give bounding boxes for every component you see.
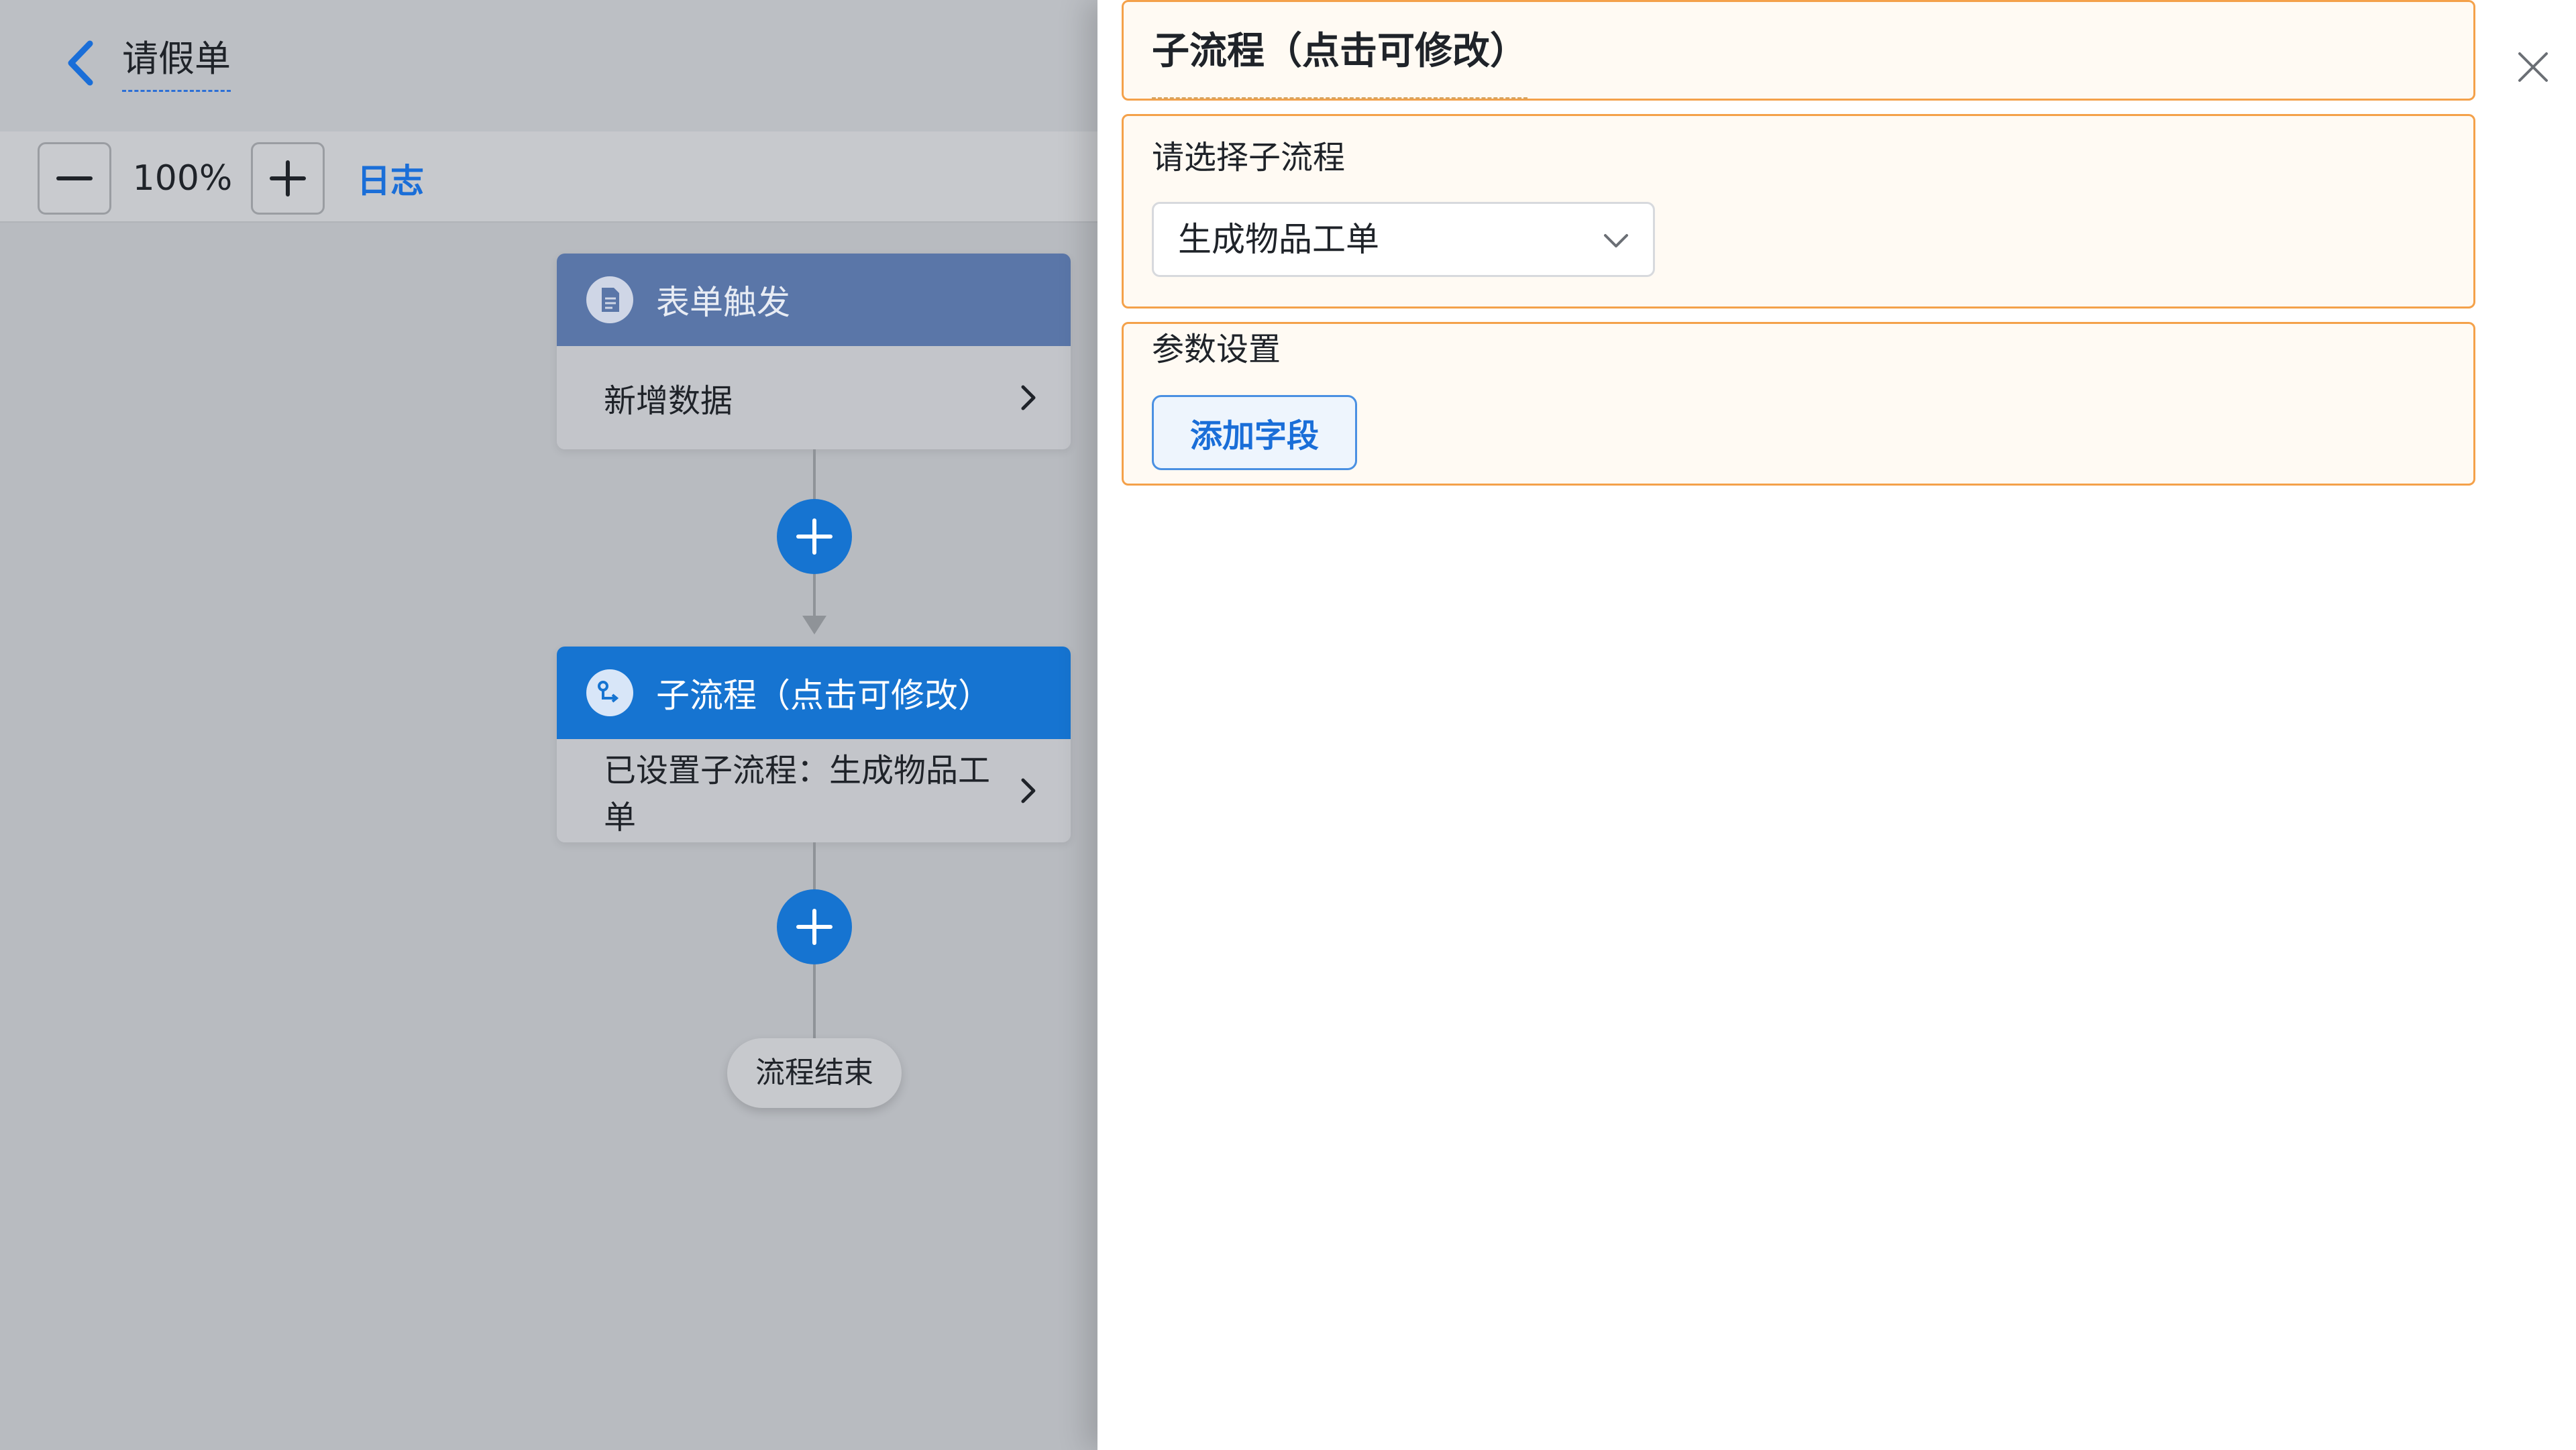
subprocess-node-title: 子流程（点击可修改） — [656, 676, 991, 715]
subflow-select-section: 请选择子流程 生成物品工单 — [1122, 114, 2475, 309]
trigger-node-title: 表单触发 — [656, 283, 790, 322]
subprocess-node-description: 已设置子流程：生成物品工单 — [604, 752, 991, 836]
subflow-select-value: 生成物品工单 — [1178, 220, 1379, 259]
log-link[interactable]: 日志 — [357, 148, 424, 215]
close-icon — [2518, 52, 2548, 82]
trigger-node-description: 新增数据 — [604, 382, 733, 420]
trigger-node-body: 新增数据 — [557, 346, 1071, 449]
flow-end-node: 流程结束 — [727, 1038, 902, 1108]
plus-icon — [270, 160, 306, 197]
back-button[interactable] — [54, 36, 107, 90]
close-button[interactable] — [2506, 40, 2560, 94]
trigger-node[interactable]: 表单触发 新增数据 — [557, 254, 1071, 449]
document-icon — [586, 276, 633, 323]
params-label: 参数设置 — [1152, 331, 1281, 368]
add-field-button[interactable]: 添加字段 — [1152, 395, 1357, 470]
subflow-select-label: 请选择子流程 — [1152, 139, 1346, 176]
flow-connector — [813, 964, 816, 1040]
subprocess-node[interactable]: 子流程（点击可修改） 已设置子流程：生成物品工单 — [557, 647, 1071, 842]
zoom-in-button[interactable] — [251, 142, 325, 215]
flow-canvas: 请假单 100% 日志 表单触发 新增数据 子流程（点击可修改） 已设置子流程：… — [0, 0, 1097, 1450]
flow-connector — [813, 842, 816, 896]
chevron-left-icon — [68, 40, 93, 86]
plus-icon — [796, 518, 833, 555]
subflow-select[interactable]: 生成物品工单 — [1152, 202, 1655, 277]
panel-title-section: 子流程（点击可修改） — [1122, 0, 2475, 101]
add-node-button[interactable] — [777, 889, 852, 964]
arrow-down-icon — [802, 616, 826, 634]
chevron-right-icon — [1021, 385, 1036, 410]
chevron-down-icon — [1599, 224, 1633, 258]
canvas-toolbar: 100% 日志 — [0, 131, 1097, 223]
trigger-node-header: 表单触发 — [557, 254, 1071, 346]
plus-icon — [796, 909, 833, 945]
panel-title[interactable]: 子流程（点击可修改） — [1152, 27, 1527, 76]
header-bar: 请假单 — [0, 0, 1097, 131]
subprocess-settings-panel: 子流程（点击可修改） 请选择子流程 生成物品工单 参数设置 添加字段 — [1097, 0, 2576, 1450]
minus-icon — [56, 176, 93, 180]
subprocess-node-header: 子流程（点击可修改） — [557, 647, 1071, 739]
subprocess-icon — [586, 669, 633, 716]
add-node-button[interactable] — [777, 499, 852, 574]
zoom-level: 100% — [132, 158, 233, 199]
params-section: 参数设置 添加字段 — [1122, 322, 2475, 486]
title-underline — [1152, 97, 1527, 99]
zoom-out-button[interactable] — [38, 142, 111, 215]
chevron-right-icon — [1021, 778, 1036, 803]
subprocess-node-body: 已设置子流程：生成物品工单 — [557, 739, 1071, 842]
flow-connector — [813, 574, 816, 617]
page-title[interactable]: 请假单 — [122, 32, 231, 92]
